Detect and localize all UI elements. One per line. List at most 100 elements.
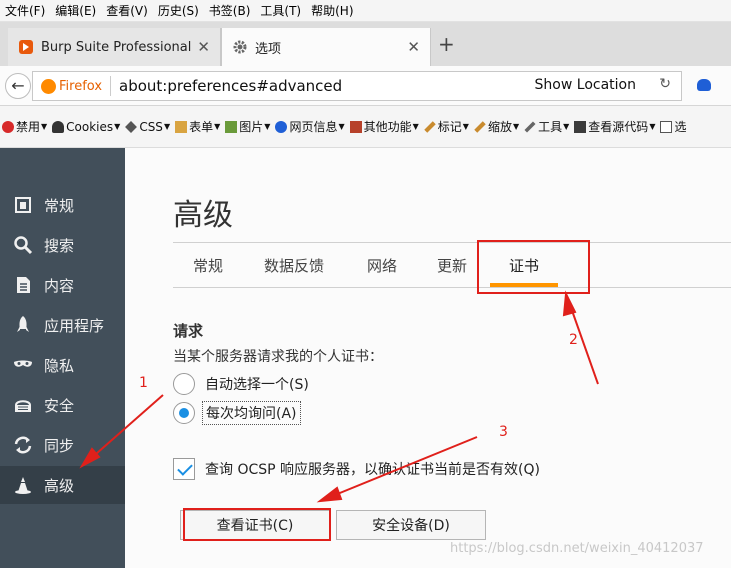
css-pencil-icon — [125, 120, 138, 133]
sidebar-item-label: 应用程序 — [44, 316, 105, 335]
applications-icon — [17, 316, 29, 332]
info-icon — [275, 120, 288, 133]
preferences-content: 高级 常规 数据反馈 网络 更新 证书 请求 当某个服务器请求我的个人证书： 自… — [125, 148, 731, 568]
annotation-number-3: 3 — [499, 424, 508, 440]
reload-icon[interactable]: ↻ — [659, 76, 671, 92]
sidebar-item-applications[interactable]: 应用程序 — [0, 306, 125, 344]
forms-clipboard-icon — [175, 120, 188, 133]
tab-strip: Burp Suite Professional ✕ 选项 ✕ — [0, 22, 731, 66]
identity-brand: Firefox — [59, 78, 103, 94]
menu-view[interactable]: 查看(V) — [101, 2, 153, 19]
sidebar-item-sync[interactable]: 同步 — [0, 426, 125, 464]
toolbar-css[interactable]: CSS ▼ — [125, 120, 170, 134]
close-tab-icon[interactable]: ✕ — [197, 38, 210, 56]
annotation-box-certificates-tab — [477, 240, 590, 294]
resize-ruler-icon — [474, 120, 486, 133]
show-location-button[interactable]: Show Location — [535, 77, 636, 93]
toolbar-cookies[interactable]: Cookies ▼ — [52, 120, 120, 134]
sync-icon — [14, 436, 32, 454]
burp-favicon-icon — [19, 40, 33, 54]
web-developer-toolbar: 禁用 ▼ Cookies ▼ CSS ▼ 表单 ▼ 图片 ▼ 网页信息 ▼ 其他功能 ▼ 标记… — [0, 106, 731, 148]
toolbar-disable[interactable]: 禁用 ▼ — [2, 118, 47, 135]
tools-wrench-icon — [524, 120, 536, 133]
sidebar-item-security[interactable]: 安全 — [0, 386, 125, 424]
subtab-network[interactable]: 网络 — [367, 255, 397, 276]
close-tab-icon[interactable]: ✕ — [407, 38, 420, 56]
options-icon — [660, 120, 673, 133]
radio-ask-every-time[interactable]: 每次均询问(A) — [173, 401, 301, 425]
subtab-general[interactable]: 常规 — [193, 255, 223, 276]
toolbar-misc[interactable]: 其他功能 ▼ — [349, 118, 419, 135]
sidebar-item-label: 搜索 — [44, 236, 75, 255]
view-source-icon — [574, 120, 587, 133]
navigation-bar: ← Firefox about:preferences#advanced Sho… — [0, 66, 731, 106]
url-text[interactable]: about:preferences#advanced — [119, 77, 342, 95]
new-tab-button[interactable]: + — [438, 32, 455, 56]
subtab-data-choices[interactable]: 数据反馈 — [264, 255, 324, 276]
tab-burp-title: Burp Suite Professional — [41, 39, 192, 55]
tab-burp[interactable]: Burp Suite Professional ✕ — [8, 28, 221, 66]
menu-bar: 文件(F) 编辑(E) 查看(V) 历史(S) 书签(B) 工具(T) 帮助(H… — [0, 0, 731, 22]
security-devices-button[interactable]: 安全设备(D) — [336, 510, 486, 540]
toolbar-forms[interactable]: 表单 ▼ — [175, 118, 220, 135]
ocsp-checkbox-row[interactable]: 查询 OCSP 响应服务器，以确认证书当前是否有效(Q) — [173, 458, 540, 480]
back-arrow-icon: ← — [11, 76, 25, 95]
url-bar[interactable]: Firefox about:preferences#advanced Show … — [32, 71, 682, 101]
radio-label: 自动选择一个(S) — [205, 377, 309, 393]
sidebar-item-label: 高级 — [44, 476, 75, 495]
misc-icon — [349, 120, 362, 133]
radio-button[interactable] — [173, 373, 195, 395]
menu-help[interactable]: 帮助(H) — [306, 2, 358, 19]
sidebar-item-label: 安全 — [44, 396, 75, 415]
watermark: https://blog.csdn.net/weixin_40412037 — [450, 541, 704, 556]
url-separator — [110, 76, 112, 96]
menu-file[interactable]: 文件(F) — [0, 2, 50, 19]
toolbar-tools[interactable]: 工具 ▼ — [524, 118, 569, 135]
gear-icon — [233, 40, 247, 54]
sidebar-item-general[interactable]: 常规 — [0, 186, 125, 224]
addon-bird-icon[interactable] — [697, 79, 711, 91]
tab-options-title: 选项 — [255, 41, 282, 57]
sidebar-item-privacy[interactable]: 隐私 — [0, 346, 125, 384]
ocsp-label: 查询 OCSP 响应服务器，以确认证书当前是否有效(Q) — [205, 462, 540, 478]
toolbar-options[interactable]: 选 — [660, 118, 686, 135]
radio-button[interactable] — [173, 402, 195, 424]
toolbar-resize[interactable]: 缩放 ▼ — [474, 118, 519, 135]
advanced-icon — [15, 477, 31, 494]
search-icon — [14, 236, 33, 255]
disable-icon — [2, 120, 14, 133]
menu-tools[interactable]: 工具(T) — [255, 2, 306, 19]
sidebar-item-content[interactable]: 内容 — [0, 266, 125, 304]
advanced-subtabs: 常规 数据反馈 网络 更新 证书 — [173, 242, 731, 288]
firefox-logo-icon — [41, 78, 56, 94]
annotation-box-view-certificates — [183, 508, 331, 541]
privacy-mask-icon — [14, 360, 32, 367]
radio-auto-select[interactable]: 自动选择一个(S) — [173, 373, 309, 395]
section-title: 请求 — [173, 322, 204, 340]
outline-pen-icon — [424, 120, 436, 133]
toolbar-page-info[interactable]: 网页信息 ▼ — [275, 118, 345, 135]
cookies-user-icon — [52, 120, 65, 133]
toolbar-images[interactable]: 图片 ▼ — [225, 118, 270, 135]
menu-bookmarks[interactable]: 书签(B) — [204, 2, 256, 19]
section-description: 当某个服务器请求我的个人证书： — [173, 349, 383, 365]
menu-edit[interactable]: 编辑(E) — [50, 2, 101, 19]
images-icon — [225, 120, 238, 133]
subtab-update[interactable]: 更新 — [437, 255, 467, 276]
back-button[interactable]: ← — [5, 73, 31, 99]
tab-options[interactable]: 选项 ✕ — [221, 28, 431, 66]
security-icon — [15, 400, 31, 412]
sidebar-item-label: 内容 — [44, 276, 75, 295]
preferences-sidebar: 常规 搜索 内容 应用程序 隐私 安全 同步 高级 — [0, 148, 125, 568]
sidebar-item-label: 同步 — [44, 436, 75, 455]
sidebar-item-search[interactable]: 搜索 — [0, 226, 125, 264]
sidebar-item-label: 常规 — [44, 196, 75, 215]
ocsp-checkbox[interactable] — [173, 458, 195, 480]
sidebar-item-advanced[interactable]: 高级 — [0, 466, 125, 504]
annotation-number-1: 1 — [139, 375, 148, 391]
radio-label: 每次均询问(A) — [202, 401, 301, 425]
content-icon — [17, 277, 30, 293]
menu-history[interactable]: 历史(S) — [153, 2, 204, 19]
toolbar-view-source[interactable]: 查看源代码 ▼ — [574, 118, 655, 135]
toolbar-outline[interactable]: 标记 ▼ — [424, 118, 469, 135]
